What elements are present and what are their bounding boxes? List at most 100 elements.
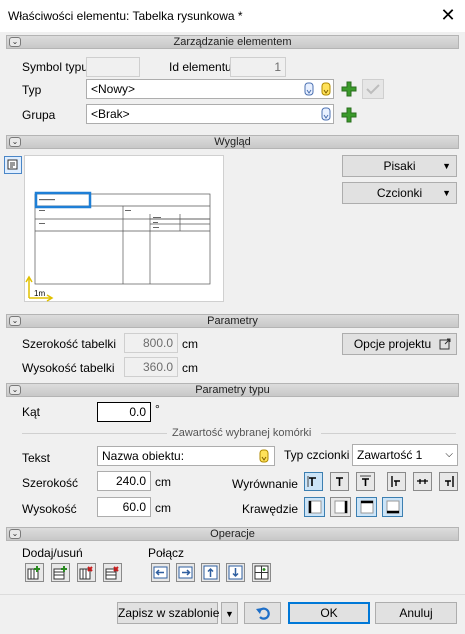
borders-label: Krawędzie [242, 502, 299, 516]
split-cells-button[interactable] [252, 563, 271, 582]
group-select[interactable]: <Brak> [86, 104, 334, 124]
align-label: Wyrównanie [232, 477, 298, 491]
font-type-select[interactable]: Zawartość 1 ⌵ [352, 444, 458, 466]
save-template-button[interactable]: Zapisz w szablonie [117, 602, 220, 624]
group-lookup-button[interactable] [316, 105, 335, 124]
arrow-right-icon [178, 566, 193, 579]
id-label: Id elementu [169, 60, 232, 74]
align-top-center-button[interactable] [330, 472, 349, 491]
border-left-icon [308, 500, 321, 514]
table-width-label: Szerokość tabelki [22, 337, 117, 351]
accept-type-button[interactable] [362, 79, 384, 99]
remove-column-icon [79, 566, 93, 580]
cell-width-field[interactable]: 240.0 [97, 471, 151, 491]
add-group-button[interactable] [339, 105, 358, 124]
table-height-unit: cm [182, 361, 198, 375]
type-browse-icon [304, 82, 313, 95]
type-edit-button[interactable] [316, 80, 335, 99]
font-type-value: Zawartość 1 [357, 448, 423, 462]
title-bar: Właściwości elementu: Tabelka rysunkowa … [0, 0, 465, 32]
title-block-drawing [25, 191, 211, 302]
border-bottom-icon [386, 500, 399, 514]
section-title: Parametry [207, 315, 258, 327]
id-field[interactable]: 1 [230, 57, 286, 77]
ok-label: OK [320, 606, 338, 620]
cell-width-unit: cm [155, 475, 171, 489]
divider [321, 433, 456, 434]
table-height-field[interactable]: 360.0 [124, 357, 178, 377]
close-icon: ✕ [440, 5, 456, 25]
preview-canvas[interactable]: 1m [24, 155, 224, 302]
align-middle-center-button[interactable] [413, 472, 432, 491]
align-middle-left-button[interactable] [387, 472, 406, 491]
cancel-button[interactable]: Anuluj [375, 602, 457, 624]
remove-column-button[interactable] [77, 563, 96, 582]
dropdown-arrow-icon: ▼ [442, 188, 451, 198]
align-middle-right-icon [445, 476, 454, 487]
save-template-label: Zapisz w szablonie [118, 606, 220, 620]
arrow-left-icon [153, 566, 168, 579]
save-template-dropdown[interactable]: ▼ [221, 602, 238, 624]
border-left-button[interactable] [304, 497, 325, 517]
type-value: <Nowy> [91, 82, 136, 96]
cell-text-tag-button[interactable] [254, 447, 273, 466]
align-top-left-button[interactable] [304, 472, 323, 491]
check-icon [366, 84, 380, 95]
align-middle-right-button[interactable] [439, 472, 458, 491]
section-title: Operacje [210, 528, 255, 540]
table-width-unit: cm [182, 337, 198, 351]
remove-row-button[interactable] [103, 563, 122, 582]
symbol-label: Symbol typu [22, 60, 89, 74]
preview-mode-button[interactable] [4, 156, 22, 174]
align-middle-left-icon [391, 476, 400, 487]
cell-section-title: Zawartość wybranej komórki [172, 427, 312, 439]
add-row-button[interactable] [51, 563, 70, 582]
fonts-label: Czcionki [376, 186, 423, 200]
group-browse-icon [321, 107, 330, 120]
undo-button[interactable] [244, 602, 281, 624]
add-type-button[interactable] [339, 79, 358, 98]
merge-left-button[interactable] [151, 563, 170, 582]
section-ops-header[interactable]: ⌄ Operacje [6, 527, 459, 541]
ok-button[interactable]: OK [288, 602, 370, 624]
project-options-label: Opcje projektu [353, 337, 432, 351]
section-type-params-header[interactable]: ⌄ Parametry typu [6, 383, 459, 397]
border-top-button[interactable] [356, 497, 377, 517]
symbol-field[interactable] [86, 57, 140, 77]
tag-icon [259, 449, 268, 462]
angle-field[interactable]: 0.0 [97, 402, 151, 422]
section-look-header[interactable]: ⌄ Wygląd [6, 135, 459, 149]
group-label: Grupa [22, 108, 56, 122]
merge-down-button[interactable] [226, 563, 245, 582]
align-top-right-button[interactable] [356, 472, 375, 491]
dropdown-arrow-icon: ▼ [442, 161, 451, 171]
pens-dropdown[interactable]: Pisaki ▼ [342, 155, 457, 177]
section-params-header[interactable]: ⌄ Parametry [6, 314, 459, 328]
project-options-button[interactable]: Opcje projektu [342, 333, 457, 355]
cell-height-field[interactable]: 60.0 [97, 497, 151, 517]
add-column-button[interactable] [25, 563, 44, 582]
merge-label: Połącz [148, 546, 185, 560]
section-title: Parametry typu [195, 384, 270, 396]
arrow-down-icon [228, 565, 243, 580]
pens-label: Pisaki [383, 159, 416, 173]
undo-icon [255, 607, 270, 620]
tag-icon [321, 82, 330, 95]
border-right-button[interactable] [330, 497, 351, 517]
plus-icon [341, 107, 356, 122]
align-middle-center-icon [417, 479, 428, 484]
cell-text-input[interactable]: Nazwa obiektu: [97, 446, 275, 466]
border-bottom-button[interactable] [382, 497, 403, 517]
merge-up-button[interactable] [201, 563, 220, 582]
merge-right-button[interactable] [176, 563, 195, 582]
remove-row-icon [105, 566, 119, 580]
cell-height-label: Wysokość [22, 502, 77, 516]
group-value: <Brak> [91, 107, 130, 121]
cell-text-value: Nazwa obiektu: [102, 449, 185, 463]
close-button[interactable]: ✕ [437, 4, 459, 26]
type-select[interactable]: <Nowy> [86, 79, 334, 99]
table-width-field[interactable]: 800.0 [124, 333, 178, 353]
section-manage-header[interactable]: ⌄ Zarządzanie elementem [6, 35, 459, 49]
section-title: Zarządzanie elementem [173, 36, 292, 48]
fonts-dropdown[interactable]: Czcionki ▼ [342, 182, 457, 204]
